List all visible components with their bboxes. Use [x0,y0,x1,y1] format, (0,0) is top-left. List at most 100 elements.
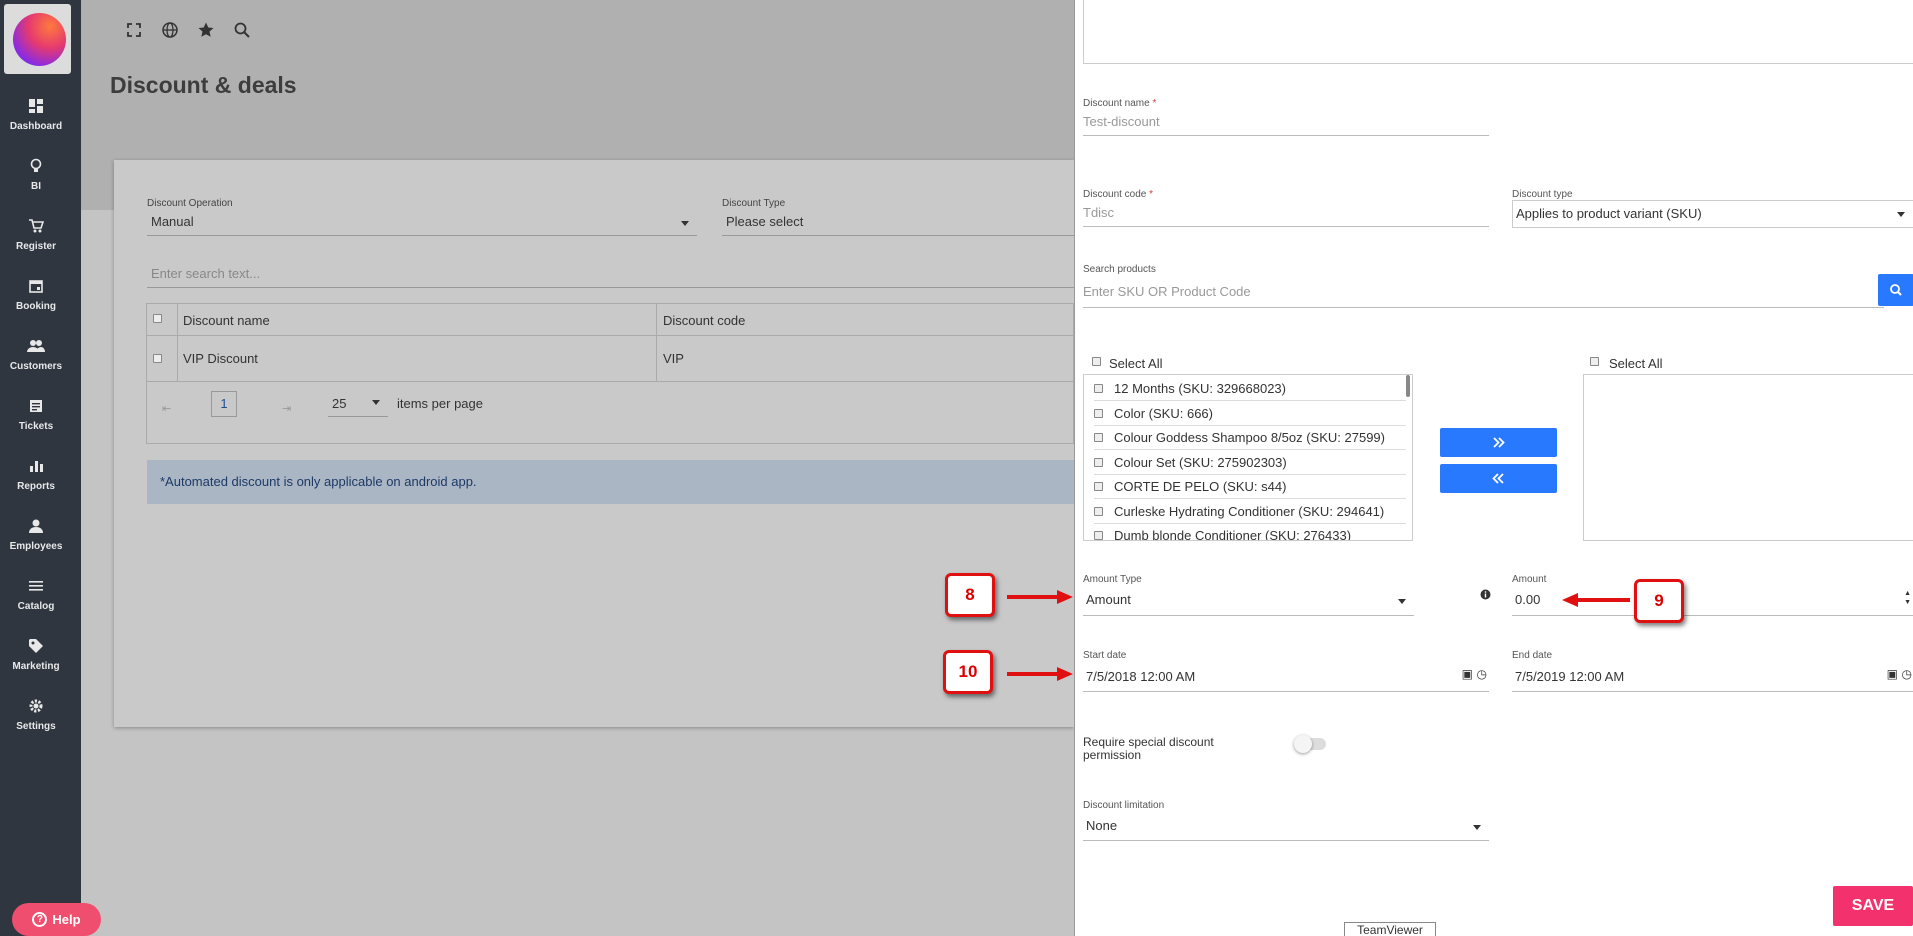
double-chevron-right-icon [1493,437,1505,448]
limitation-select[interactable]: None [1083,814,1489,841]
teamviewer-tab[interactable]: TeamViewer [1344,922,1436,936]
save-button[interactable]: SAVE [1833,886,1913,926]
page-size-select[interactable]: 25 [328,391,388,417]
column-header-name[interactable]: Discount name [183,313,270,328]
discount-table: Discount name Discount code VIP Discount… [146,303,1074,444]
fullscreen-icon[interactable] [125,21,143,39]
calendar-icon[interactable]: ▣ [1887,667,1898,681]
gear-icon [29,699,43,713]
list-item[interactable]: CORTE DE PELO (SKU: s44) [1094,475,1406,499]
description-textarea[interactable] [1083,0,1913,64]
sidebar-item-customers[interactable]: Customers [0,338,72,372]
people-icon [27,340,45,352]
page-title: Discount & deals [110,72,297,98]
help-icon: ? [32,912,48,927]
person-icon [29,519,43,533]
name-value: Test-discount [1083,114,1160,129]
dashboard-icon [29,99,43,113]
sidebar-item-dashboard[interactable]: Dashboard [0,98,72,132]
sidebar-item-label: Register [15,241,56,252]
list-item[interactable]: Colour Goddess Shampoo 8/5oz (SKU: 27599… [1094,426,1406,450]
first-page-icon[interactable]: ⇤ [162,402,171,415]
double-chevron-left-icon [1492,473,1504,484]
clock-icon[interactable]: ◷ [1902,667,1912,681]
bar-chart-icon [30,461,43,472]
select-all-right-checkbox[interactable] [1590,357,1599,366]
page-number[interactable]: 1 [211,391,237,417]
sidebar-item-reports[interactable]: Reports [0,458,72,492]
item-checkbox[interactable] [1094,482,1103,491]
stepper-icon[interactable]: ▲ ▼ [1904,589,1911,607]
annotation-arrow-right-icon [1007,667,1073,681]
sidebar-item-catalog[interactable]: Catalog [0,578,72,612]
chevron-down-icon [372,400,380,405]
product-search-input[interactable]: Enter SKU OR Product Code [1083,284,1884,308]
search-icon [1890,284,1902,296]
chevron-down-icon [1897,212,1905,217]
list-item[interactable]: Curleske Hydrating Conditioner (SKU: 294… [1094,500,1406,524]
end-date-picker[interactable]: 7/5/2019 12:00 AM ▣ ◷ [1512,664,1913,692]
annotation-arrow-right-icon [1007,590,1073,604]
amount-type-select[interactable]: Amount [1083,588,1414,616]
item-checkbox[interactable] [1094,531,1103,540]
list-item[interactable]: Color (SKU: 666) [1094,402,1406,426]
type-label: Discount Type [722,198,786,209]
item-label: Curleske Hydrating Conditioner (SKU: 294… [1114,504,1385,519]
item-checkbox[interactable] [1094,507,1103,516]
discount-name-field[interactable]: Test-discount [1083,114,1489,136]
discount-code-field[interactable]: Tdisc [1083,205,1489,227]
tag-icon [29,639,43,653]
globe-icon[interactable] [161,21,179,39]
list-scrollbar[interactable] [1406,375,1410,397]
product-search-placeholder: Enter SKU OR Product Code [1083,284,1251,299]
sidebar-item-marketing[interactable]: Marketing [0,638,72,672]
discount-form-panel: Discount name * Test-discount Discount c… [1074,0,1913,936]
sidebar-item-bi[interactable]: BI [0,158,72,192]
item-checkbox[interactable] [1094,433,1103,442]
info-icon[interactable] [1480,589,1491,600]
start-date-label: Start date [1083,650,1127,661]
column-header-code[interactable]: Discount code [663,313,745,328]
row-name: VIP Discount [183,351,258,366]
sidebar-item-register[interactable]: Register [0,218,72,252]
discount-type-select[interactable]: Applies to product variant (SKU) [1512,200,1913,228]
search-input[interactable]: Enter search text... [147,264,1074,288]
sidebar-item-employees[interactable]: Employees [0,518,72,552]
type-select[interactable]: Please select [722,212,1074,236]
sidebar-item-tickets[interactable]: Tickets [0,398,72,432]
item-checkbox[interactable] [1094,384,1103,393]
item-checkbox[interactable] [1094,458,1103,467]
select-all-left-checkbox[interactable] [1092,357,1101,366]
last-page-icon[interactable]: ⇥ [282,402,291,415]
permission-toggle[interactable] [1294,734,1326,754]
table-row[interactable]: VIP Discount VIP [147,336,1073,382]
start-date-picker[interactable]: 7/5/2018 12:00 AM ▣ ◷ [1083,664,1489,692]
sidebar-item-label: Reports [17,481,55,492]
calendar-icon[interactable]: ▣ [1462,667,1473,681]
list-item[interactable]: 12 Months (SKU: 329668023) [1094,377,1406,401]
product-search-button[interactable] [1878,274,1913,306]
select-all-checkbox[interactable] [153,314,162,323]
annotation-arrow-left-icon [1562,593,1630,607]
list-item[interactable]: Colour Set (SKU: 275902303) [1094,451,1406,475]
help-button[interactable]: ? Help [12,903,101,936]
sidebar-item-label: Tickets [18,421,54,432]
star-icon[interactable] [197,21,215,39]
sidebar-item-settings[interactable]: Settings [0,698,72,732]
select-all-right-label: Select All [1609,356,1663,371]
app-logo[interactable] [4,4,71,74]
operation-select[interactable]: Manual [147,212,697,236]
limitation-value: None [1086,818,1118,833]
sidebar-item-booking[interactable]: Booking [0,278,72,312]
list-item[interactable]: Dumb blonde Conditioner (SKU: 276433) [1094,524,1406,540]
search-icon[interactable] [233,21,251,39]
item-label: Colour Goddess Shampoo 8/5oz (SKU: 27599… [1114,430,1385,445]
end-date-value: 7/5/2019 12:00 AM [1515,669,1625,684]
item-checkbox[interactable] [1094,409,1103,418]
name-label: Discount name * [1083,98,1157,109]
logo-icon [13,13,66,66]
clock-icon[interactable]: ◷ [1477,667,1487,681]
move-right-button[interactable] [1440,428,1557,457]
move-left-button[interactable] [1440,464,1557,493]
row-checkbox[interactable] [153,354,162,363]
